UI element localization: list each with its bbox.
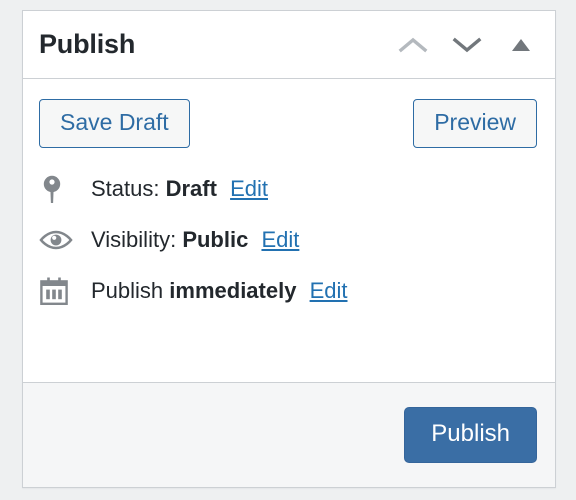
status-value: Draft — [165, 176, 217, 201]
minor-publishing-actions: Save Draft Preview — [39, 99, 537, 148]
publish-metabox-body: Save Draft Preview Status: Draft Edit Vi… — [23, 79, 555, 382]
status-row: Status: Draft Edit — [39, 174, 537, 204]
preview-button[interactable]: Preview — [413, 99, 537, 148]
publish-button[interactable]: Publish — [404, 407, 537, 463]
save-draft-button[interactable]: Save Draft — [39, 99, 190, 148]
visibility-edit-link[interactable]: Edit — [261, 227, 299, 252]
visibility-row: Visibility: Public Edit — [39, 228, 537, 252]
calendar-glyph — [40, 277, 68, 305]
metabox-header-actions — [397, 29, 537, 61]
status-edit-link[interactable]: Edit — [230, 176, 268, 201]
move-down-chevron-icon[interactable] — [451, 29, 483, 61]
publish-metabox-header: Publish — [23, 11, 555, 79]
move-up-chevron-icon[interactable] — [397, 29, 429, 61]
publish-date-text: Publish immediately Edit — [91, 280, 348, 302]
publish-date-row: Publish immediately Edit — [39, 276, 537, 306]
calendar-icon — [39, 276, 73, 306]
publish-date-edit-link[interactable]: Edit — [310, 278, 348, 303]
publish-date-label: Publish — [91, 278, 164, 303]
publish-metabox: Publish Save Draft Preview Status: Draft… — [22, 10, 556, 488]
chevron-up-glyph — [398, 37, 428, 52]
publish-date-value: immediately — [169, 278, 297, 303]
major-publishing-actions: Publish — [23, 382, 555, 487]
visibility-eye-icon — [39, 228, 73, 252]
toggle-panel-triangle-icon[interactable] — [505, 29, 537, 61]
status-text: Status: Draft Edit — [91, 178, 268, 200]
eye-glyph — [39, 230, 73, 250]
visibility-value: Public — [182, 227, 249, 252]
visibility-label: Visibility: — [91, 227, 177, 252]
triangle-up-glyph — [512, 38, 530, 51]
status-label: Status: — [91, 176, 160, 201]
post-status-pin-icon — [39, 174, 73, 204]
page-title: Publish — [39, 29, 136, 59]
pin-glyph — [43, 175, 61, 203]
chevron-down-glyph — [452, 37, 482, 52]
visibility-text: Visibility: Public Edit — [91, 229, 299, 251]
